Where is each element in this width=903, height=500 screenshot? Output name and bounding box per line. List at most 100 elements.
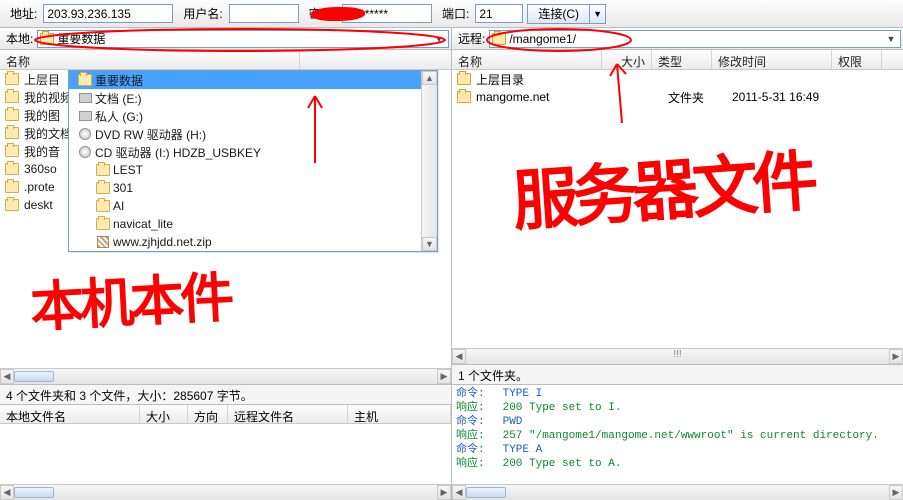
remote-col-name[interactable]: 名称 xyxy=(452,50,602,69)
scroll-down-icon[interactable]: ▼ xyxy=(422,237,437,251)
scroll-left-icon[interactable]: ◀ xyxy=(0,369,14,384)
scroll-left-icon[interactable]: ◀ xyxy=(0,485,14,500)
queue-col-size[interactable]: 大小 xyxy=(140,405,188,423)
remote-file-list[interactable]: 上层目录mangome.net文件夹2011-5-31 16:49 xyxy=(452,70,903,348)
dropdown-item[interactable]: 私人 (G:) xyxy=(69,107,437,125)
folder-icon xyxy=(456,72,472,86)
dropdown-item[interactable]: CD 驱动器 (I:) HDZB_USBKEY xyxy=(69,143,437,161)
dropdown-item[interactable]: 301 xyxy=(69,179,437,197)
log-line: 响应: 257 "/mangome1/mangome.net/wwwroot" … xyxy=(456,429,899,443)
dropdown-item[interactable]: DVD RW 驱动器 (H:) xyxy=(69,125,437,143)
drive-icon xyxy=(77,91,93,105)
folder-icon xyxy=(95,181,111,195)
dropdown-item[interactable]: AI xyxy=(69,197,437,215)
remote-statusbar: 1 个文件夹。 xyxy=(452,364,903,384)
folder-icon xyxy=(40,33,54,45)
folder-icon xyxy=(95,199,111,213)
folder-icon xyxy=(95,217,111,231)
local-file-list[interactable]: 上层目我的视频我的图我的文档我的音360so.protedeskt 重要数据文档… xyxy=(0,70,451,368)
local-hscroll[interactable]: ◀ ▶ xyxy=(0,368,451,384)
queue-col-localname[interactable]: 本地文件名 xyxy=(0,405,140,423)
chevron-down-icon[interactable]: ▼ xyxy=(432,34,446,44)
list-item[interactable]: mangome.net文件夹2011-5-31 16:49 xyxy=(452,88,903,106)
folder-icon xyxy=(4,126,20,140)
scroll-thumb[interactable] xyxy=(14,371,54,382)
folder-icon xyxy=(77,73,93,87)
connect-button[interactable]: 连接(C) xyxy=(527,4,590,24)
scroll-right-icon[interactable]: ▶ xyxy=(437,485,451,500)
folder-icon xyxy=(4,180,20,194)
folder-icon xyxy=(492,33,506,45)
scroll-left-icon[interactable]: ◀ xyxy=(452,485,466,500)
queue-col-dir[interactable]: 方向 xyxy=(188,405,228,423)
queue-header: 本地文件名 大小 方向 远程文件名 主机 xyxy=(0,404,451,424)
scroll-right-icon[interactable]: ▶ xyxy=(889,349,903,364)
dropdown-item[interactable]: navicat_lite xyxy=(69,215,437,233)
zip-icon xyxy=(95,235,111,249)
scroll-thumb[interactable] xyxy=(466,487,506,498)
list-item[interactable]: 上层目录 xyxy=(452,70,903,88)
folder-icon xyxy=(456,90,472,104)
scroll-up-icon[interactable]: ▲ xyxy=(422,71,437,85)
local-label: 本地: xyxy=(2,30,37,47)
queue-body-left[interactable] xyxy=(0,424,451,484)
disc-icon xyxy=(77,145,93,159)
log-line: 命令: TYPE I xyxy=(456,387,899,401)
remote-path-text: /mangome1/ xyxy=(509,32,576,46)
ftp-log[interactable]: 命令: TYPE I响应: 200 Type set to I.命令: PWD响… xyxy=(452,384,903,484)
connect-dropdown-arrow[interactable]: ▼ xyxy=(590,4,606,24)
log-line: 响应: 200 Type set to A. xyxy=(456,457,899,471)
local-path-text: 重要数据 xyxy=(57,30,105,47)
log-hscroll[interactable]: ◀ ▶ xyxy=(452,484,903,500)
dropdown-item[interactable]: www.zjhjdd.net.zip xyxy=(69,233,437,251)
chevron-down-icon[interactable]: ▼ xyxy=(884,34,898,44)
remote-col-mod[interactable]: 修改时间 xyxy=(712,50,832,69)
address-label: 地址: xyxy=(4,5,39,22)
log-line: 命令: PWD xyxy=(456,415,899,429)
folder-icon xyxy=(4,108,20,122)
remote-label: 远程: xyxy=(454,30,489,47)
local-statusbar: 4 个文件夹和 3 个文件，大小：285607 字节。 xyxy=(0,384,451,404)
drive-icon xyxy=(77,109,93,123)
folder-icon xyxy=(4,90,20,104)
folder-icon xyxy=(95,163,111,177)
dropdown-item[interactable]: LEST xyxy=(69,161,437,179)
remote-path-combo[interactable]: /mangome1/ ▼ xyxy=(489,30,901,48)
remote-col-type[interactable]: 类型 xyxy=(652,50,712,69)
dropdown-item[interactable]: 重要数据 xyxy=(69,71,437,89)
username-label: 用户名: xyxy=(177,5,224,22)
remote-col-size: 大小 xyxy=(602,50,652,69)
remote-col-perm[interactable]: 权限 xyxy=(832,50,882,69)
local-path-combo[interactable]: 重要数据 ▼ xyxy=(37,30,449,48)
folder-icon xyxy=(4,72,20,86)
queue-hscroll-left[interactable]: ◀ ▶ xyxy=(0,484,451,500)
remote-pane: 远程: /mangome1/ ▼ 名称 大小 类型 修改时间 权限 上层目录ma… xyxy=(452,28,903,500)
queue-col-remotename[interactable]: 远程文件名 xyxy=(228,405,348,423)
log-line: 响应: 200 Type set to I. xyxy=(456,401,899,415)
username-input[interactable] xyxy=(229,4,299,23)
local-path-dropdown[interactable]: 重要数据文档 (E:)私人 (G:)DVD RW 驱动器 (H:)CD 驱动器 … xyxy=(68,70,438,252)
connection-toolbar: 地址: 用户名: 密码: 端口: 连接(C) ▼ xyxy=(0,0,903,28)
folder-icon xyxy=(4,198,20,212)
address-input[interactable] xyxy=(43,4,173,23)
annotation-username-redacted xyxy=(311,7,365,21)
scroll-left-icon[interactable]: ◀ xyxy=(452,349,466,364)
port-input[interactable] xyxy=(475,4,523,23)
folder-icon xyxy=(4,162,20,176)
disc-icon xyxy=(77,127,93,141)
local-file-header: 名称 xyxy=(0,50,451,70)
remote-file-header: 名称 大小 类型 修改时间 权限 xyxy=(452,50,903,70)
scroll-thumb[interactable] xyxy=(14,487,54,498)
local-pane: 本地: 重要数据 ▼ 名称 上层目我的视频我的图我的文档我的音360so.pro… xyxy=(0,28,452,500)
remote-hscroll[interactable]: ◀ !!! ▶ xyxy=(452,348,903,364)
dropdown-item[interactable]: 文档 (E:) xyxy=(69,89,437,107)
local-col-name[interactable]: 名称 xyxy=(0,50,300,69)
dropdown-scrollbar[interactable]: ▲ ▼ xyxy=(421,71,437,251)
folder-icon xyxy=(4,144,20,158)
scroll-right-icon[interactable]: ▶ xyxy=(889,485,903,500)
log-line: 命令: TYPE A xyxy=(456,443,899,457)
queue-col-host[interactable]: 主机 xyxy=(348,405,451,423)
scroll-right-icon[interactable]: ▶ xyxy=(437,369,451,384)
scroll-mark: !!! xyxy=(673,349,681,360)
connect-button-group: 连接(C) ▼ xyxy=(527,4,606,24)
